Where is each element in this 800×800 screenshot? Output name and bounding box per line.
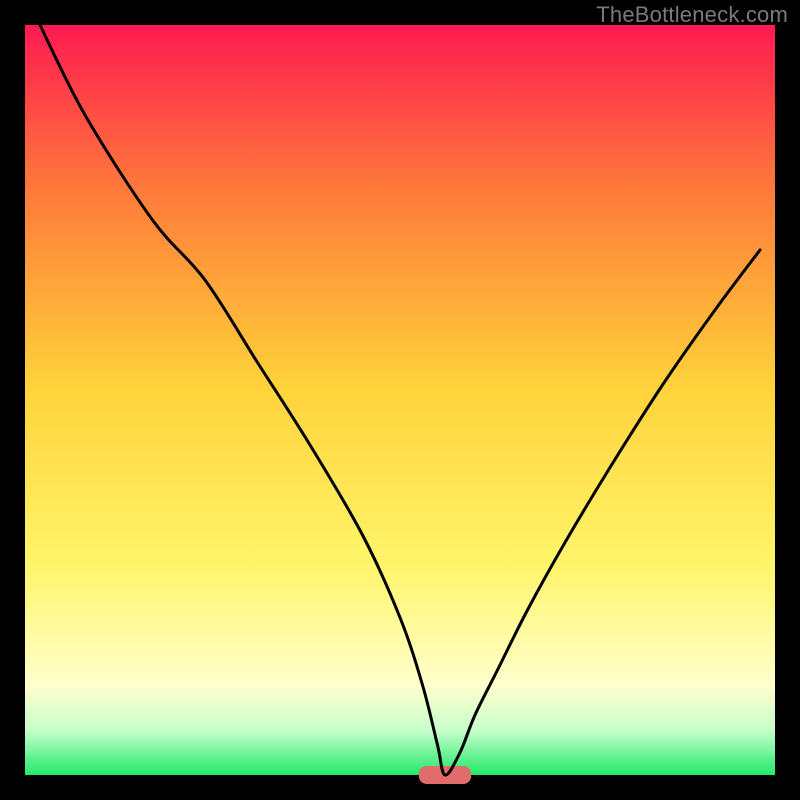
chart-frame: TheBottleneck.com — [0, 0, 800, 800]
plot-background — [25, 25, 775, 775]
watermark-text: TheBottleneck.com — [596, 2, 788, 28]
bottleneck-chart — [0, 0, 800, 800]
